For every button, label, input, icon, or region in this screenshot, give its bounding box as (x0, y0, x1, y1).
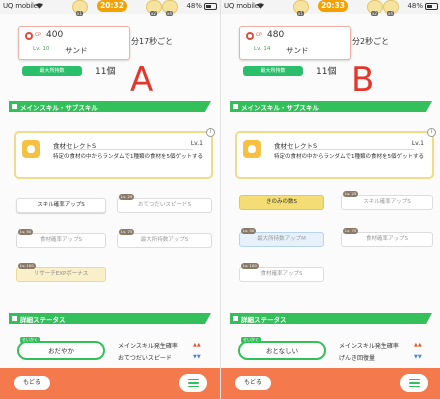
menu-button[interactable] (400, 374, 428, 392)
pokemon-name: サンド (286, 46, 309, 55)
main-skill-level: Lv.1 (190, 140, 203, 147)
status-bar: UQ mobile 20:32 x1 x2 x4 48% (0, 0, 220, 16)
main-skill-description: 特定の食材の中からランダムで1種類の食材を5個ゲットする (274, 154, 425, 160)
pokemon-overlay-icon: x4 (383, 0, 399, 16)
back-button[interactable]: もどる (14, 376, 50, 390)
sub-skill-5[interactable]: Lv. 100 食材確率アップS (239, 263, 324, 282)
section-title: 詳細ステータス (20, 316, 66, 324)
pokemon-overlay-icon: x2 (146, 0, 162, 16)
cp-label: CP (256, 33, 262, 38)
section-title: メインスキル・サブスキル (241, 104, 319, 112)
nature-label: せいかく (20, 337, 40, 343)
wifi-icon (257, 3, 264, 9)
variant-letter: B (351, 60, 375, 100)
clock: 20:32 (97, 0, 127, 12)
pokeball-icon (25, 32, 33, 40)
help-interval: 分17秒ごと (131, 37, 174, 46)
sub-skill-4[interactable]: Lv. 75 食材確率アップS (341, 228, 433, 247)
carry-limit-tag: 最大所持数 (243, 66, 303, 76)
sub-skill-2[interactable]: Lv. 25 スキル確率アップS (341, 191, 433, 210)
pokemon-name: サンド (65, 46, 88, 55)
stat-down-arrows: ▼▼ (414, 354, 422, 360)
sub-skill-5[interactable]: Lv. 100 リサーチEXPボーナス (16, 263, 106, 282)
info-icon[interactable]: i (427, 128, 436, 137)
cp-value: 400 (46, 30, 64, 40)
section-title: メインスキル・サブスキル (20, 104, 98, 112)
sub-skill-4[interactable]: Lv. 75 最大所持数アップS (117, 229, 212, 248)
pokemon-summary-card: CP 480 Lv. 14 サンド (239, 26, 351, 60)
stat-label: メインスキル発生確率 (339, 343, 399, 350)
pokemon-overlay-icon: x4 (162, 0, 178, 16)
battery-status: 48% (186, 2, 217, 10)
divider (53, 149, 193, 150)
battery-icon (204, 2, 217, 10)
sub-skill-3[interactable]: Lv. 50 食材確率アップS (16, 229, 106, 248)
stat-label: おてつだいスピード (118, 355, 172, 362)
battery-icon (425, 2, 438, 10)
panel-b: UQ mobile 20:33 x1 x2 x4 48% CP 480 Lv. … (220, 0, 440, 399)
clock: 20:33 (318, 0, 348, 12)
sub-skill-2[interactable]: Lv. 25 おてつだいスピードS (117, 194, 212, 213)
cp-value: 480 (267, 30, 285, 40)
sub-skill-1[interactable]: スキル確率アップS (16, 198, 106, 213)
main-skill-level: Lv.1 (411, 140, 424, 147)
variant-letter: A (130, 60, 154, 100)
nature-pill[interactable]: おとなしい (238, 341, 326, 360)
stat-label: メインスキル発生確率 (118, 343, 178, 350)
menu-icon (408, 378, 420, 381)
sub-skill-3[interactable]: Lv. 50 最大所持数アップM (239, 228, 324, 247)
carrier-label: UQ mobile (224, 2, 259, 10)
carry-limit-tag: 最大所持数 (22, 66, 82, 76)
pokemon-overlay-icon: x1 (72, 0, 88, 16)
section-title: 詳細ステータス (241, 316, 287, 324)
main-skill-description: 特定の食材の中からランダムで1種類の食材を5個ゲットする (53, 154, 204, 160)
pokemon-level: Lv. 10 (33, 46, 50, 52)
cp-label: CP (35, 33, 41, 38)
pokemon-level: Lv. 14 (254, 46, 271, 52)
stat-up-arrows: ▲▲ (193, 342, 201, 348)
skills-section-header: メインスキル・サブスキル (9, 101, 211, 112)
battery-percent: 48% (186, 2, 202, 10)
panel-a: UQ mobile 20:32 x1 x2 x4 48% CP 400 Lv. … (0, 0, 220, 399)
carrier-label: UQ mobile (3, 2, 38, 10)
sub-skill-1[interactable]: きのみの数S (239, 195, 324, 210)
stat-label: げんき回復量 (339, 355, 376, 362)
stat-up-arrows: ▲▲ (414, 342, 422, 348)
carry-limit-count: 11個 (95, 67, 116, 77)
main-skill-card[interactable]: i 食材セレクトS Lv.1 特定の食材の中からランダムで1種類の食材を5個ゲッ… (14, 128, 215, 179)
pokeball-icon (246, 32, 254, 40)
pokemon-overlay-icon: x1 (293, 0, 309, 16)
stat-down-arrows: ▼▼ (193, 354, 201, 360)
nature-label: せいかく (241, 337, 261, 343)
main-skill-card[interactable]: i 食材セレクトS Lv.1 特定の食材の中からランダムで1種類の食材を5個ゲッ… (235, 128, 436, 179)
skills-section-header: メインスキル・サブスキル (230, 101, 432, 112)
pokemon-summary-card: CP 400 Lv. 10 サンド (18, 26, 130, 60)
battery-status: 48% (407, 2, 438, 10)
details-section-header: 詳細ステータス (9, 313, 211, 324)
status-bar: UQ mobile 20:33 x1 x2 x4 48% (221, 0, 440, 16)
back-button[interactable]: もどる (235, 376, 271, 390)
pokemon-overlay-icon: x2 (367, 0, 383, 16)
details-section-header: 詳細ステータス (230, 313, 432, 324)
ingredient-skill-icon (22, 140, 40, 158)
carry-limit-count: 11個 (316, 67, 337, 77)
ingredient-skill-icon (243, 140, 261, 158)
info-icon[interactable]: i (206, 128, 215, 137)
menu-icon (187, 378, 199, 381)
menu-button[interactable] (179, 374, 207, 392)
wifi-icon (36, 3, 43, 9)
bottom-bar: もどる (221, 368, 440, 399)
help-interval: 分2秒ごと (352, 37, 390, 46)
battery-percent: 48% (407, 2, 423, 10)
nature-pill[interactable]: おだやか (17, 341, 105, 360)
bottom-bar: もどる (0, 368, 220, 399)
divider (274, 149, 414, 150)
